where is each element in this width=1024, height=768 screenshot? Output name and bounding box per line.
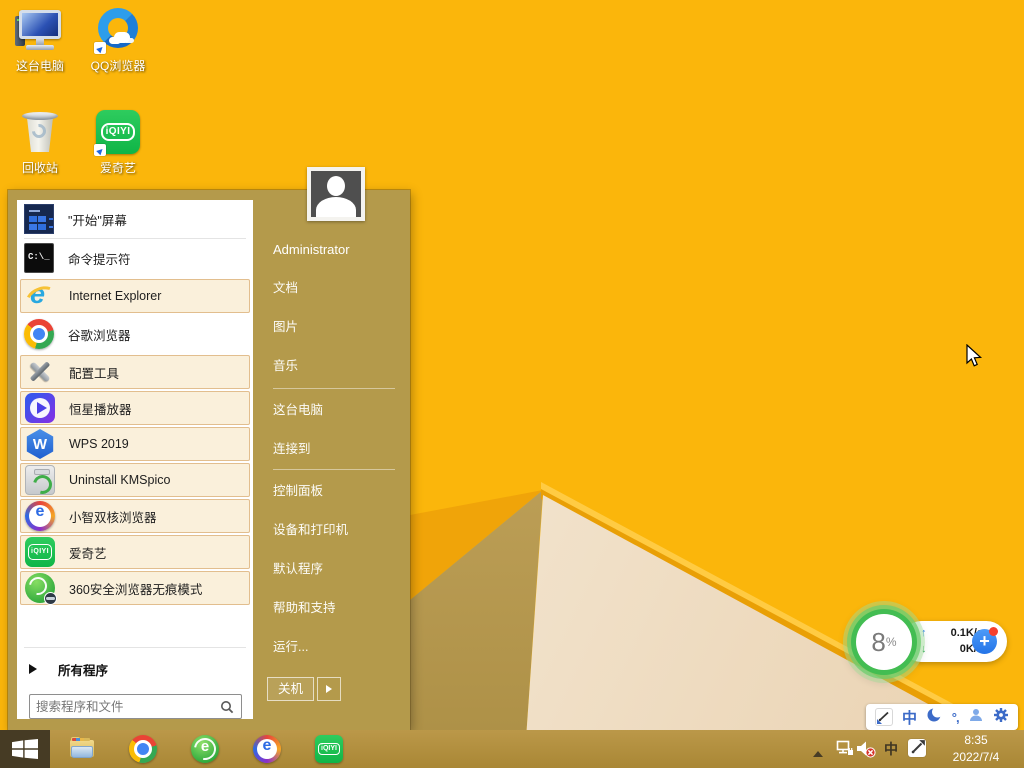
memory-percent-unit: % — [886, 635, 897, 649]
user-name[interactable]: Administrator — [273, 242, 350, 257]
start-menu-right-panel: Administrator 文档 图片 音乐 这台电脑 连接到 控制面板 设备和… — [253, 190, 410, 730]
taskbar-clock[interactable]: 8:35 2022/7/4 — [938, 732, 1014, 766]
start-search-box[interactable] — [29, 694, 242, 719]
ime-punctuation-icon[interactable]: °, — [952, 710, 959, 725]
iqiyi-icon: iQIYI — [94, 108, 142, 156]
right-triangle-icon — [326, 685, 336, 693]
desktop-icon-label: 爱奇艺 — [80, 159, 156, 176]
star-player-icon — [25, 393, 55, 423]
menu-item-360-incognito[interactable]: 360安全浏览器无痕模式 — [20, 571, 250, 605]
menu-item-config-tools[interactable]: 配置工具 — [20, 355, 250, 389]
search-input[interactable] — [30, 700, 220, 714]
menu-separator — [24, 647, 246, 648]
menu-item-xiaozhi-browser[interactable]: e 小智双核浏览器 — [20, 499, 250, 533]
search-icon — [220, 700, 234, 714]
command-prompt-icon: C:\_ — [24, 243, 54, 273]
all-programs-section: 所有程序 — [17, 647, 253, 682]
internet-explorer-icon: e — [25, 281, 55, 311]
desktop-icon-this-pc[interactable]: 这台电脑 — [2, 6, 78, 74]
menu-item-control-panel[interactable]: 控制面板 — [273, 478, 398, 504]
start-button[interactable] — [0, 730, 50, 768]
desktop-icon-qq-browser[interactable]: QQ浏览器 — [80, 6, 156, 74]
desktop-icon-iqiyi[interactable]: iQIYI 爱奇艺 — [80, 108, 156, 176]
desktop-icon-label: 这台电脑 — [2, 57, 78, 74]
menu-item-star-player[interactable]: 恒星播放器 — [20, 391, 250, 425]
qq-browser-icon — [94, 6, 142, 54]
xiaozhi-browser-icon: e — [25, 501, 55, 531]
menu-item-help-support[interactable]: 帮助和支持 — [273, 595, 398, 621]
menu-item-command-prompt[interactable]: C:\_ 命令提示符 — [17, 239, 253, 277]
mouse-cursor — [966, 344, 983, 369]
menu-separator — [273, 469, 395, 470]
menu-item-internet-explorer[interactable]: e Internet Explorer — [20, 279, 250, 313]
recycle-bin-icon — [16, 108, 64, 156]
ime-status-tray-icon[interactable] — [908, 739, 926, 757]
menu-item-start-screen[interactable]: "开始"屏幕 — [17, 200, 253, 238]
menu-item-uninstall-kmspico[interactable]: Uninstall KMSpico — [20, 463, 250, 497]
shutdown-controls: 关机 — [267, 677, 341, 701]
taskbar-360-browser[interactable]: e — [191, 735, 219, 763]
menu-item-this-pc[interactable]: 这台电脑 — [273, 397, 398, 423]
start-menu: "开始"屏幕 C:\_ 命令提示符 e Internet Explorer 谷歌… — [8, 190, 410, 730]
shortcut-arrow-icon — [94, 42, 106, 54]
taskbar-chrome[interactable] — [129, 735, 157, 763]
menu-item-wps[interactable]: W WPS 2019 — [20, 427, 250, 461]
shutdown-options-button[interactable] — [317, 677, 341, 701]
speed-widget-panel[interactable]: ↑0.1K/s ↓0K/s + — [901, 621, 1007, 662]
desktop-icon-recycle-bin[interactable]: 回收站 — [2, 108, 78, 176]
menu-item-pictures[interactable]: 图片 — [273, 314, 398, 340]
right-triangle-icon — [29, 664, 42, 674]
desktop-icon-label: 回收站 — [2, 159, 78, 176]
ime-logo-icon[interactable] — [875, 708, 893, 726]
ime-fullwidth-moon-icon[interactable] — [926, 707, 942, 728]
taskbar-xiaozhi-browser[interactable]: e — [253, 735, 281, 763]
user-avatar[interactable] — [307, 167, 365, 221]
menu-item-default-programs[interactable]: 默认程序 — [273, 556, 398, 582]
all-programs-button[interactable]: 所有程序 — [17, 656, 253, 682]
clock-date: 2022/7/4 — [938, 749, 1014, 766]
taskbar-file-explorer[interactable] — [68, 735, 96, 763]
taskbar-iqiyi[interactable]: iQIYI — [315, 735, 343, 763]
clock-time: 8:35 — [938, 732, 1014, 749]
memory-ball[interactable]: 8 % — [856, 614, 912, 670]
uninstall-recycle-icon — [25, 465, 55, 495]
tray-ime-indicator[interactable]: 中 — [884, 739, 898, 759]
ime-settings-gear-icon[interactable] — [993, 707, 1009, 728]
memory-percent: 8 — [871, 627, 885, 658]
chrome-icon — [24, 319, 54, 349]
360-browser-icon — [25, 573, 55, 603]
show-hidden-icons-button[interactable] — [813, 746, 823, 757]
ime-chinese-mode-icon[interactable]: 中 — [902, 707, 917, 728]
desktop-icon-label: QQ浏览器 — [80, 57, 156, 74]
taskbar: e e iQIYI 中 8:35 2022/7/4 — [0, 730, 1024, 768]
upload-arrow-icon: ↑ — [921, 625, 927, 641]
tools-wrench-icon — [25, 357, 55, 387]
start-screen-icon — [24, 204, 54, 234]
add-button[interactable]: + — [972, 629, 997, 654]
ime-user-icon[interactable] — [968, 707, 984, 728]
menu-item-run[interactable]: 运行... — [273, 634, 398, 660]
download-arrow-icon: ↓ — [921, 641, 927, 657]
desktop: 这台电脑 QQ浏览器 回收站 iQIYI 爱奇艺 ↑0.1K/s ↓ — [0, 0, 1024, 768]
menu-item-chrome[interactable]: 谷歌浏览器 — [17, 315, 253, 353]
menu-item-iqiyi[interactable]: iQIYI 爱奇艺 — [20, 535, 250, 569]
menu-separator — [273, 388, 395, 389]
shutdown-button[interactable]: 关机 — [267, 677, 314, 701]
start-menu-program-list: "开始"屏幕 C:\_ 命令提示符 e Internet Explorer 谷歌… — [17, 200, 253, 719]
ime-toolbar: 中 °, — [866, 704, 1018, 730]
iqiyi-icon: iQIYI — [25, 537, 55, 567]
menu-item-connect-to[interactable]: 连接到 — [273, 436, 398, 462]
network-tray-icon[interactable] — [834, 740, 854, 758]
windows-logo-icon — [12, 739, 38, 759]
volume-muted-tray-icon[interactable] — [856, 740, 876, 758]
wps-icon: W — [25, 429, 55, 459]
this-pc-icon — [16, 6, 64, 54]
menu-item-devices-printers[interactable]: 设备和打印机 — [273, 517, 398, 543]
shortcut-arrow-icon — [94, 144, 106, 156]
menu-item-music[interactable]: 音乐 — [273, 353, 398, 379]
menu-item-documents[interactable]: 文档 — [273, 275, 398, 301]
